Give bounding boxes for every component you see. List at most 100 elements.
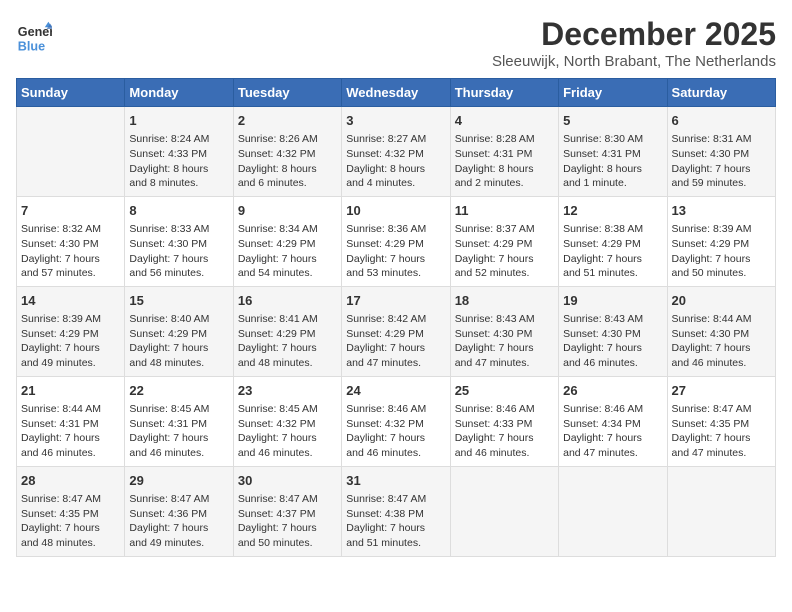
day-number: 3	[346, 112, 445, 130]
day-number: 13	[672, 202, 771, 220]
table-row	[17, 107, 125, 197]
day-info: Sunrise: 8:33 AMSunset: 4:30 PMDaylight:…	[129, 222, 228, 281]
table-row: 4 Sunrise: 8:28 AMSunset: 4:31 PMDaylight…	[450, 107, 558, 197]
day-info: Sunrise: 8:36 AMSunset: 4:29 PMDaylight:…	[346, 222, 445, 281]
month-title: December 2025	[492, 16, 776, 53]
day-info: Sunrise: 8:41 AMSunset: 4:29 PMDaylight:…	[238, 312, 337, 371]
table-row: 11 Sunrise: 8:37 AMSunset: 4:29 PMDayligh…	[450, 196, 558, 286]
day-number: 20	[672, 292, 771, 310]
table-row: 16 Sunrise: 8:41 AMSunset: 4:29 PMDayligh…	[233, 286, 341, 376]
day-number: 17	[346, 292, 445, 310]
day-number: 6	[672, 112, 771, 130]
col-wednesday: Wednesday	[342, 79, 450, 107]
day-info: Sunrise: 8:46 AMSunset: 4:33 PMDaylight:…	[455, 402, 554, 461]
page-header: General Blue December 2025 Sleeuwijk, No…	[16, 16, 776, 70]
table-row: 29 Sunrise: 8:47 AMSunset: 4:36 PMDayligh…	[125, 466, 233, 556]
day-info: Sunrise: 8:43 AMSunset: 4:30 PMDaylight:…	[563, 312, 662, 371]
col-saturday: Saturday	[667, 79, 775, 107]
table-row: 20 Sunrise: 8:44 AMSunset: 4:30 PMDayligh…	[667, 286, 775, 376]
day-number: 22	[129, 382, 228, 400]
day-number: 5	[563, 112, 662, 130]
day-info: Sunrise: 8:26 AMSunset: 4:32 PMDaylight:…	[238, 132, 337, 191]
day-info: Sunrise: 8:40 AMSunset: 4:29 PMDaylight:…	[129, 312, 228, 371]
day-info: Sunrise: 8:43 AMSunset: 4:30 PMDaylight:…	[455, 312, 554, 371]
day-number: 1	[129, 112, 228, 130]
table-row: 25 Sunrise: 8:46 AMSunset: 4:33 PMDayligh…	[450, 376, 558, 466]
day-number: 10	[346, 202, 445, 220]
table-row: 14 Sunrise: 8:39 AMSunset: 4:29 PMDayligh…	[17, 286, 125, 376]
day-number: 7	[21, 202, 120, 220]
svg-text:General: General	[18, 25, 52, 39]
table-row: 3 Sunrise: 8:27 AMSunset: 4:32 PMDaylight…	[342, 107, 450, 197]
day-number: 16	[238, 292, 337, 310]
col-monday: Monday	[125, 79, 233, 107]
table-row: 28Sunrise: 8:47 AMSunset: 4:35 PMDayligh…	[17, 466, 125, 556]
logo: General Blue	[16, 20, 56, 56]
col-friday: Friday	[559, 79, 667, 107]
day-info: Sunrise: 8:45 AMSunset: 4:31 PMDaylight:…	[129, 402, 228, 461]
day-number: 29	[129, 472, 228, 490]
day-info: Sunrise: 8:44 AMSunset: 4:30 PMDaylight:…	[672, 312, 771, 371]
table-row: 6 Sunrise: 8:31 AMSunset: 4:30 PMDaylight…	[667, 107, 775, 197]
table-row	[667, 466, 775, 556]
day-info: Sunrise: 8:42 AMSunset: 4:29 PMDaylight:…	[346, 312, 445, 371]
day-number: 23	[238, 382, 337, 400]
day-number: 8	[129, 202, 228, 220]
day-number: 15	[129, 292, 228, 310]
day-info: Sunrise: 8:47 AMSunset: 4:35 PMDaylight:…	[21, 492, 120, 551]
day-number: 24	[346, 382, 445, 400]
table-row: 2 Sunrise: 8:26 AMSunset: 4:32 PMDaylight…	[233, 107, 341, 197]
day-info: Sunrise: 8:27 AMSunset: 4:32 PMDaylight:…	[346, 132, 445, 191]
day-info: Sunrise: 8:31 AMSunset: 4:30 PMDaylight:…	[672, 132, 771, 191]
table-row: 31 Sunrise: 8:47 AMSunset: 4:38 PMDayligh…	[342, 466, 450, 556]
calendar-week-row: 28Sunrise: 8:47 AMSunset: 4:35 PMDayligh…	[17, 466, 776, 556]
day-info: Sunrise: 8:28 AMSunset: 4:31 PMDaylight:…	[455, 132, 554, 191]
table-row	[559, 466, 667, 556]
table-row: 21 Sunrise: 8:44 AMSunset: 4:31 PMDayligh…	[17, 376, 125, 466]
day-number: 25	[455, 382, 554, 400]
table-row: 9Sunrise: 8:34 AMSunset: 4:29 PMDaylight…	[233, 196, 341, 286]
table-row: 23 Sunrise: 8:45 AMSunset: 4:32 PMDayligh…	[233, 376, 341, 466]
day-info: Sunrise: 8:24 AMSunset: 4:33 PMDaylight:…	[129, 132, 228, 191]
day-number: 31	[346, 472, 445, 490]
day-info: Sunrise: 8:39 AMSunset: 4:29 PMDaylight:…	[21, 312, 120, 371]
day-number: 19	[563, 292, 662, 310]
day-info: Sunrise: 8:45 AMSunset: 4:32 PMDaylight:…	[238, 402, 337, 461]
col-thursday: Thursday	[450, 79, 558, 107]
day-info: Sunrise: 8:46 AMSunset: 4:32 PMDaylight:…	[346, 402, 445, 461]
day-number: 4	[455, 112, 554, 130]
table-row: 30Sunrise: 8:47 AMSunset: 4:37 PMDayligh…	[233, 466, 341, 556]
table-row: 7Sunrise: 8:32 AMSunset: 4:30 PMDaylight…	[17, 196, 125, 286]
table-row: 1 Sunrise: 8:24 AMSunset: 4:33 PMDaylight…	[125, 107, 233, 197]
table-row: 5Sunrise: 8:30 AMSunset: 4:31 PMDaylight…	[559, 107, 667, 197]
day-number: 14	[21, 292, 120, 310]
day-number: 11	[455, 202, 554, 220]
day-number: 27	[672, 382, 771, 400]
table-row: 24 Sunrise: 8:46 AMSunset: 4:32 PMDayligh…	[342, 376, 450, 466]
table-row	[450, 466, 558, 556]
day-info: Sunrise: 8:46 AMSunset: 4:34 PMDaylight:…	[563, 402, 662, 461]
day-info: Sunrise: 8:47 AMSunset: 4:36 PMDaylight:…	[129, 492, 228, 551]
table-row: 10 Sunrise: 8:36 AMSunset: 4:29 PMDayligh…	[342, 196, 450, 286]
title-area: December 2025 Sleeuwijk, North Brabant, …	[492, 16, 776, 70]
calendar-week-row: 21 Sunrise: 8:44 AMSunset: 4:31 PMDayligh…	[17, 376, 776, 466]
location-title: Sleeuwijk, North Brabant, The Netherland…	[492, 53, 776, 70]
day-number: 12	[563, 202, 662, 220]
day-number: 21	[21, 382, 120, 400]
table-row: 8 Sunrise: 8:33 AMSunset: 4:30 PMDaylight…	[125, 196, 233, 286]
table-row: 18Sunrise: 8:43 AMSunset: 4:30 PMDayligh…	[450, 286, 558, 376]
calendar-week-row: 1 Sunrise: 8:24 AMSunset: 4:33 PMDaylight…	[17, 107, 776, 197]
calendar-header-row: Sunday Monday Tuesday Wednesday Thursday…	[17, 79, 776, 107]
day-number: 2	[238, 112, 337, 130]
day-info: Sunrise: 8:37 AMSunset: 4:29 PMDaylight:…	[455, 222, 554, 281]
day-info: Sunrise: 8:47 AMSunset: 4:38 PMDaylight:…	[346, 492, 445, 551]
day-number: 9	[238, 202, 337, 220]
day-info: Sunrise: 8:47 AMSunset: 4:35 PMDaylight:…	[672, 402, 771, 461]
day-number: 26	[563, 382, 662, 400]
table-row: 13Sunrise: 8:39 AMSunset: 4:29 PMDayligh…	[667, 196, 775, 286]
col-tuesday: Tuesday	[233, 79, 341, 107]
logo-icon: General Blue	[16, 20, 52, 56]
table-row: 26 Sunrise: 8:46 AMSunset: 4:34 PMDayligh…	[559, 376, 667, 466]
table-row: 15 Sunrise: 8:40 AMSunset: 4:29 PMDayligh…	[125, 286, 233, 376]
day-info: Sunrise: 8:44 AMSunset: 4:31 PMDaylight:…	[21, 402, 120, 461]
